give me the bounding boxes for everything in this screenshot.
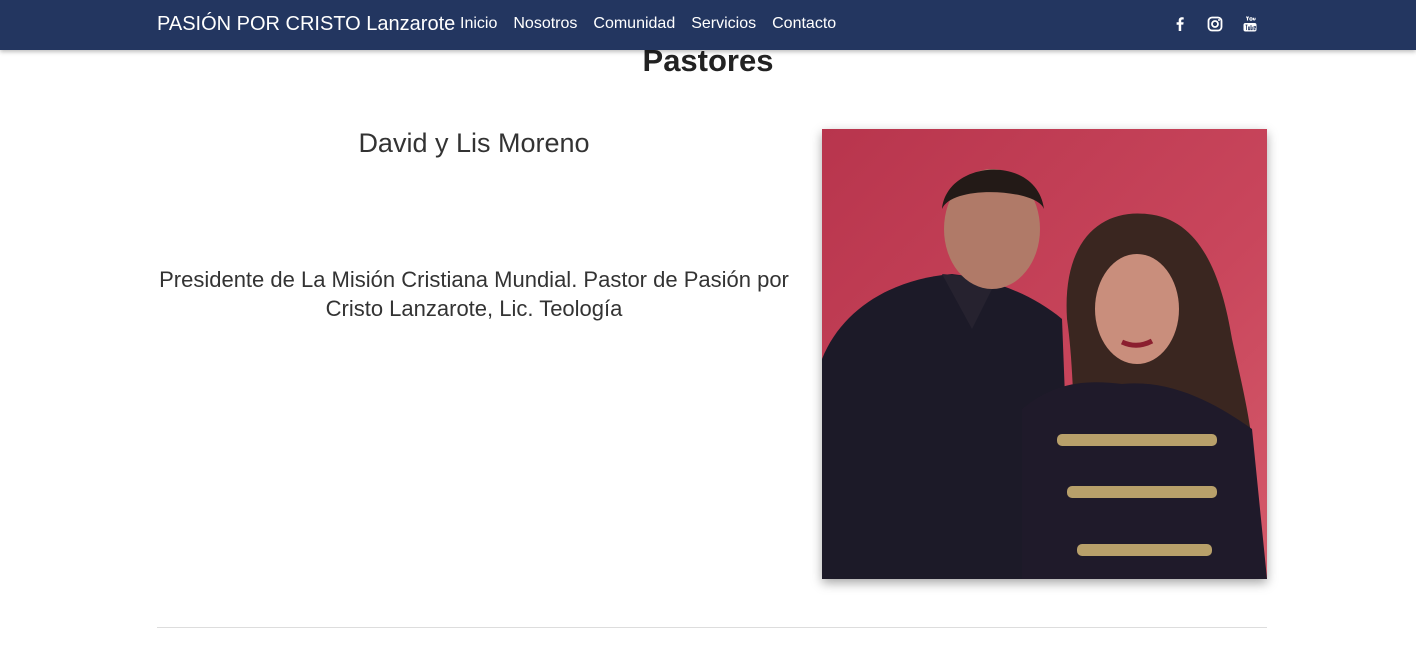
section-divider [157, 627, 1267, 628]
nav-link-nosotros[interactable]: Nosotros [513, 15, 577, 33]
nav-link-contacto[interactable]: Contacto [772, 15, 836, 33]
nav-link-inicio[interactable]: Inicio [460, 15, 497, 33]
nav-links: Inicio Nosotros Comunidad Servicios Cont… [460, 15, 836, 33]
pastor-description: Presidente de La Misión Cristiana Mundia… [159, 267, 789, 321]
youtube-icon[interactable] [1240, 14, 1260, 34]
nav-link-comunidad[interactable]: Comunidad [593, 15, 675, 33]
pastors-photo [822, 129, 1267, 579]
nav-link-servicios[interactable]: Servicios [691, 15, 756, 33]
facebook-icon[interactable] [1170, 14, 1190, 34]
instagram-icon[interactable] [1205, 14, 1225, 34]
social-links [1170, 14, 1260, 34]
pastor-name: David y Lis Moreno [358, 128, 590, 158]
navbar: PASIÓN POR CRISTO Lanzarote Inicio Nosot… [0, 0, 1416, 50]
brand-link[interactable]: PASIÓN POR CRISTO Lanzarote [157, 13, 455, 36]
